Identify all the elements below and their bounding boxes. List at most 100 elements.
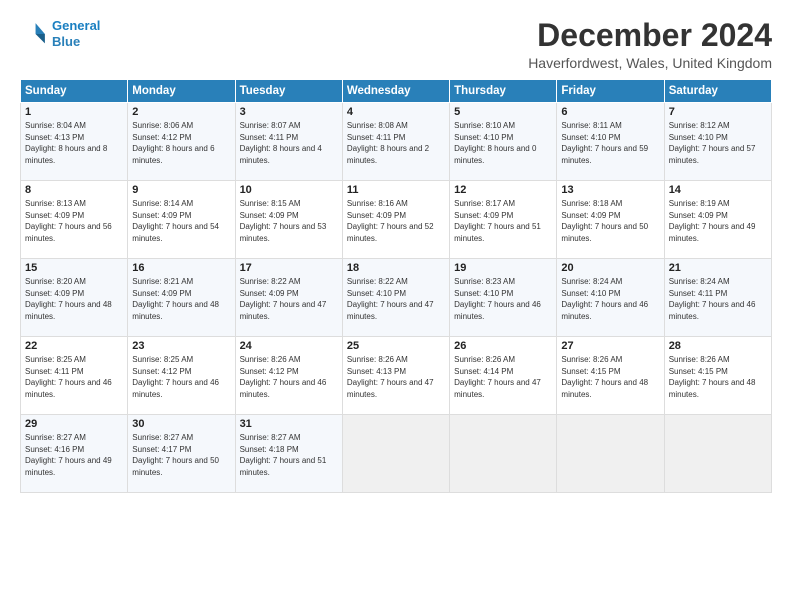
- calendar-table: SundayMondayTuesdayWednesdayThursdayFrid…: [20, 79, 772, 493]
- day-info: Sunrise: 8:13 AMSunset: 4:09 PMDaylight:…: [25, 198, 123, 244]
- title-block: December 2024 Haverfordwest, Wales, Unit…: [528, 18, 772, 71]
- calendar-cell: 29 Sunrise: 8:27 AMSunset: 4:16 PMDayligh…: [21, 415, 128, 493]
- day-info: Sunrise: 8:22 AMSunset: 4:10 PMDaylight:…: [347, 276, 445, 322]
- calendar-week-1: 1 Sunrise: 8:04 AMSunset: 4:13 PMDaylight…: [21, 103, 772, 181]
- calendar-cell: 6Sunrise: 8:11 AMSunset: 4:10 PMDaylight…: [557, 103, 664, 181]
- month-title: December 2024: [528, 18, 772, 53]
- calendar-cell: 12Sunrise: 8:17 AMSunset: 4:09 PMDayligh…: [450, 181, 557, 259]
- logo-text: General Blue: [52, 18, 100, 49]
- day-number: 31: [240, 418, 338, 430]
- day-info: Sunrise: 8:26 AMSunset: 4:14 PMDaylight:…: [454, 354, 552, 400]
- calendar-cell: [342, 415, 449, 493]
- calendar-cell: 30Sunrise: 8:27 AMSunset: 4:17 PMDayligh…: [128, 415, 235, 493]
- calendar-cell: 25 Sunrise: 8:26 AMSunset: 4:13 PMDayligh…: [342, 337, 449, 415]
- calendar-header-row: SundayMondayTuesdayWednesdayThursdayFrid…: [21, 80, 772, 103]
- calendar-week-5: 29 Sunrise: 8:27 AMSunset: 4:16 PMDayligh…: [21, 415, 772, 493]
- calendar-cell: 15 Sunrise: 8:20 AMSunset: 4:09 PMDayligh…: [21, 259, 128, 337]
- day-number: 2: [132, 106, 230, 118]
- calendar-cell: 2 Sunrise: 8:06 AMSunset: 4:12 PMDaylight…: [128, 103, 235, 181]
- calendar-cell: [664, 415, 771, 493]
- day-info: Sunrise: 8:25 AMSunset: 4:12 PMDaylight:…: [132, 354, 230, 400]
- location-title: Haverfordwest, Wales, United Kingdom: [528, 55, 772, 71]
- day-number: 30: [132, 418, 230, 430]
- calendar-cell: 17 Sunrise: 8:22 AMSunset: 4:09 PMDayligh…: [235, 259, 342, 337]
- calendar-header-tuesday: Tuesday: [235, 80, 342, 103]
- calendar-cell: 19 Sunrise: 8:23 AMSunset: 4:10 PMDayligh…: [450, 259, 557, 337]
- calendar-cell: 23Sunrise: 8:25 AMSunset: 4:12 PMDayligh…: [128, 337, 235, 415]
- calendar-cell: 20Sunrise: 8:24 AMSunset: 4:10 PMDayligh…: [557, 259, 664, 337]
- calendar-cell: 18 Sunrise: 8:22 AMSunset: 4:10 PMDayligh…: [342, 259, 449, 337]
- calendar-cell: 26 Sunrise: 8:26 AMSunset: 4:14 PMDayligh…: [450, 337, 557, 415]
- day-number: 18: [347, 262, 445, 274]
- calendar-cell: 1 Sunrise: 8:04 AMSunset: 4:13 PMDaylight…: [21, 103, 128, 181]
- day-info: Sunrise: 8:22 AMSunset: 4:09 PMDaylight:…: [240, 276, 338, 322]
- day-info: Sunrise: 8:04 AMSunset: 4:13 PMDaylight:…: [25, 120, 123, 166]
- day-number: 3: [240, 106, 338, 118]
- day-number: 22: [25, 340, 123, 352]
- day-number: 27: [561, 340, 659, 352]
- day-number: 28: [669, 340, 767, 352]
- day-number: 19: [454, 262, 552, 274]
- calendar-header-monday: Monday: [128, 80, 235, 103]
- calendar-week-3: 15 Sunrise: 8:20 AMSunset: 4:09 PMDayligh…: [21, 259, 772, 337]
- calendar-cell: 7 Sunrise: 8:12 AMSunset: 4:10 PMDaylight…: [664, 103, 771, 181]
- day-number: 9: [132, 184, 230, 196]
- logo-icon: [20, 20, 48, 48]
- calendar-cell: 3Sunrise: 8:07 AMSunset: 4:11 PMDaylight…: [235, 103, 342, 181]
- day-number: 8: [25, 184, 123, 196]
- calendar-cell: 11 Sunrise: 8:16 AMSunset: 4:09 PMDayligh…: [342, 181, 449, 259]
- day-info: Sunrise: 8:12 AMSunset: 4:10 PMDaylight:…: [669, 120, 767, 166]
- day-number: 11: [347, 184, 445, 196]
- day-number: 1: [25, 106, 123, 118]
- day-info: Sunrise: 8:26 AMSunset: 4:12 PMDaylight:…: [240, 354, 338, 400]
- calendar-header-saturday: Saturday: [664, 80, 771, 103]
- day-number: 20: [561, 262, 659, 274]
- calendar-cell: 9Sunrise: 8:14 AMSunset: 4:09 PMDaylight…: [128, 181, 235, 259]
- calendar-cell: 4 Sunrise: 8:08 AMSunset: 4:11 PMDaylight…: [342, 103, 449, 181]
- day-info: Sunrise: 8:08 AMSunset: 4:11 PMDaylight:…: [347, 120, 445, 166]
- calendar-cell: 27 Sunrise: 8:26 AMSunset: 4:15 PMDayligh…: [557, 337, 664, 415]
- day-info: Sunrise: 8:16 AMSunset: 4:09 PMDaylight:…: [347, 198, 445, 244]
- calendar-header-friday: Friday: [557, 80, 664, 103]
- day-info: Sunrise: 8:26 AMSunset: 4:13 PMDaylight:…: [347, 354, 445, 400]
- day-number: 5: [454, 106, 552, 118]
- calendar-week-2: 8 Sunrise: 8:13 AMSunset: 4:09 PMDaylight…: [21, 181, 772, 259]
- page: General Blue December 2024 Haverfordwest…: [0, 0, 792, 612]
- calendar-cell: 10Sunrise: 8:15 AMSunset: 4:09 PMDayligh…: [235, 181, 342, 259]
- day-info: Sunrise: 8:10 AMSunset: 4:10 PMDaylight:…: [454, 120, 552, 166]
- day-info: Sunrise: 8:20 AMSunset: 4:09 PMDaylight:…: [25, 276, 123, 322]
- calendar-header-wednesday: Wednesday: [342, 80, 449, 103]
- calendar-cell: 28 Sunrise: 8:26 AMSunset: 4:15 PMDayligh…: [664, 337, 771, 415]
- day-info: Sunrise: 8:26 AMSunset: 4:15 PMDaylight:…: [669, 354, 767, 400]
- calendar-cell: [450, 415, 557, 493]
- day-number: 29: [25, 418, 123, 430]
- calendar-cell: 22Sunrise: 8:25 AMSunset: 4:11 PMDayligh…: [21, 337, 128, 415]
- day-info: Sunrise: 8:06 AMSunset: 4:12 PMDaylight:…: [132, 120, 230, 166]
- day-info: Sunrise: 8:24 AMSunset: 4:11 PMDaylight:…: [669, 276, 767, 322]
- calendar-header-sunday: Sunday: [21, 80, 128, 103]
- day-number: 26: [454, 340, 552, 352]
- day-number: 14: [669, 184, 767, 196]
- calendar-cell: 21Sunrise: 8:24 AMSunset: 4:11 PMDayligh…: [664, 259, 771, 337]
- day-info: Sunrise: 8:27 AMSunset: 4:18 PMDaylight:…: [240, 432, 338, 478]
- header: General Blue December 2024 Haverfordwest…: [20, 18, 772, 71]
- day-number: 15: [25, 262, 123, 274]
- day-info: Sunrise: 8:27 AMSunset: 4:16 PMDaylight:…: [25, 432, 123, 478]
- logo: General Blue: [20, 18, 100, 49]
- day-number: 10: [240, 184, 338, 196]
- day-number: 17: [240, 262, 338, 274]
- calendar-cell: [557, 415, 664, 493]
- calendar-cell: 24Sunrise: 8:26 AMSunset: 4:12 PMDayligh…: [235, 337, 342, 415]
- calendar-cell: 14Sunrise: 8:19 AMSunset: 4:09 PMDayligh…: [664, 181, 771, 259]
- day-number: 4: [347, 106, 445, 118]
- day-number: 7: [669, 106, 767, 118]
- calendar-body: 1 Sunrise: 8:04 AMSunset: 4:13 PMDaylight…: [21, 103, 772, 493]
- day-number: 13: [561, 184, 659, 196]
- calendar-cell: 8 Sunrise: 8:13 AMSunset: 4:09 PMDaylight…: [21, 181, 128, 259]
- day-info: Sunrise: 8:21 AMSunset: 4:09 PMDaylight:…: [132, 276, 230, 322]
- day-info: Sunrise: 8:23 AMSunset: 4:10 PMDaylight:…: [454, 276, 552, 322]
- day-info: Sunrise: 8:17 AMSunset: 4:09 PMDaylight:…: [454, 198, 552, 244]
- day-info: Sunrise: 8:26 AMSunset: 4:15 PMDaylight:…: [561, 354, 659, 400]
- day-number: 25: [347, 340, 445, 352]
- calendar-cell: 16Sunrise: 8:21 AMSunset: 4:09 PMDayligh…: [128, 259, 235, 337]
